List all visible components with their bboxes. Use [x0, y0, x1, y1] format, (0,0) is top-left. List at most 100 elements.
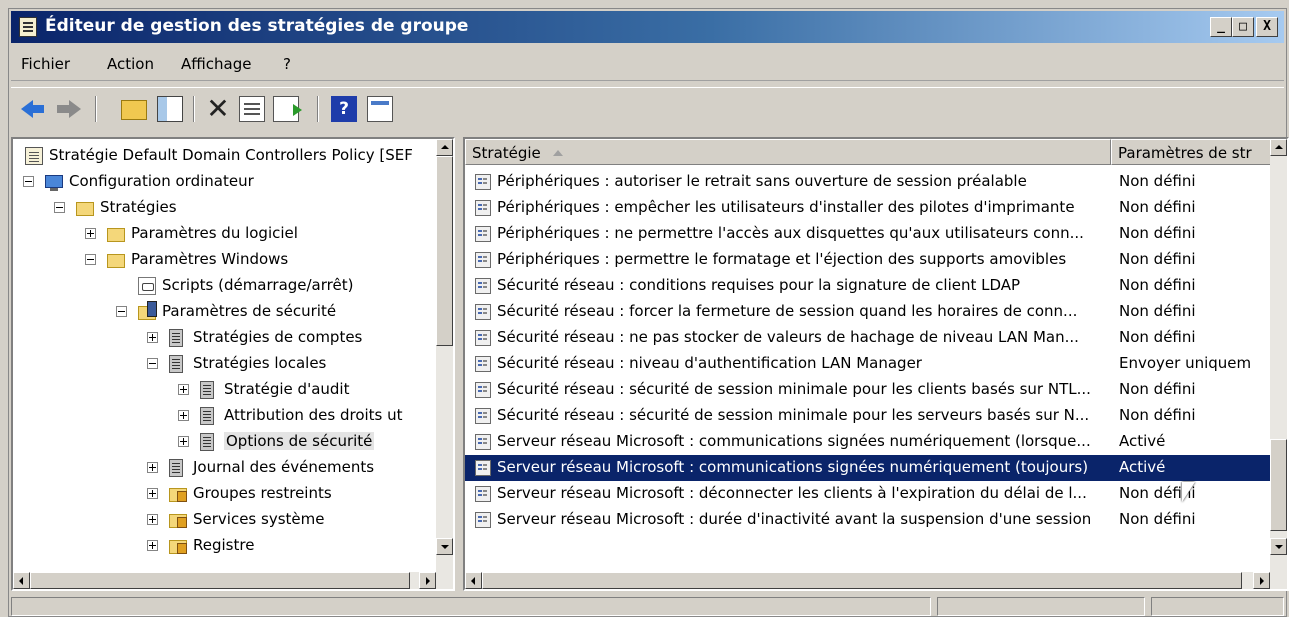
list-vertical-scrollbar[interactable] — [1270, 139, 1287, 572]
policy-value: Non défini — [1119, 380, 1196, 398]
scroll-thumb[interactable] — [30, 572, 410, 589]
policy-name: Serveur réseau Microsoft : communication… — [497, 432, 1091, 450]
policy-setting-icon — [475, 174, 491, 190]
tree-item[interactable]: Stratégie d'audit — [13, 377, 437, 403]
expand-icon[interactable] — [178, 436, 189, 447]
tree-item[interactable]: Stratégies locales — [13, 351, 437, 377]
tree-pane[interactable]: Stratégie Default Domain Controllers Pol… — [11, 137, 455, 591]
policy-row[interactable]: Périphériques : ne permettre l'accès aux… — [465, 221, 1271, 247]
tree-vertical-scrollbar[interactable] — [436, 139, 453, 572]
toolbar: ✕ ? — [11, 87, 1284, 127]
scroll-right-button[interactable] — [1253, 572, 1270, 589]
minimize-button[interactable]: _ — [1210, 17, 1232, 37]
scroll-left-button[interactable] — [465, 572, 482, 589]
collapse-icon[interactable] — [116, 306, 127, 317]
maximize-button[interactable]: □ — [1232, 17, 1254, 37]
policy-row[interactable]: Périphériques : empêcher les utilisateur… — [465, 195, 1271, 221]
server-icon — [200, 407, 214, 425]
policy-name: Sécurité réseau : ne pas stocker de vale… — [497, 328, 1079, 346]
tree-item[interactable]: Attribution des droits ut — [13, 403, 437, 429]
title-bar[interactable]: Éditeur de gestion des stratégies de gro… — [11, 11, 1284, 43]
list-horizontal-scrollbar[interactable] — [465, 572, 1287, 589]
collapse-icon[interactable] — [23, 176, 34, 187]
collapse-icon[interactable] — [54, 202, 65, 213]
policy-setting-icon — [475, 460, 491, 476]
expand-icon[interactable] — [178, 384, 189, 395]
policy-setting-icon — [475, 226, 491, 242]
view-icon[interactable] — [367, 96, 393, 122]
tree-item[interactable]: Paramètres de sécurité — [13, 299, 437, 325]
policy-row[interactable]: Périphériques : autoriser le retrait san… — [465, 169, 1271, 195]
scroll-up-button[interactable] — [1270, 139, 1287, 156]
close-button[interactable]: X — [1256, 17, 1278, 37]
tree-item[interactable]: Stratégies de comptes — [13, 325, 437, 351]
tree-horizontal-scrollbar[interactable] — [13, 572, 453, 589]
scroll-thumb[interactable] — [1270, 439, 1287, 531]
collapse-icon[interactable] — [85, 254, 96, 265]
lock-folder-icon — [169, 540, 187, 554]
policy-setting-icon — [475, 278, 491, 294]
expand-icon[interactable] — [147, 332, 158, 343]
column-header-strategie[interactable]: Stratégie — [465, 139, 1111, 165]
properties-icon[interactable] — [239, 96, 265, 122]
tree-item[interactable]: Stratégie Default Domain Controllers Pol… — [13, 143, 437, 169]
menu-action[interactable]: Action — [107, 55, 154, 73]
export-list-icon[interactable] — [273, 96, 302, 122]
expand-icon[interactable] — [85, 228, 96, 239]
scroll-thumb[interactable] — [482, 572, 1242, 589]
forward-arrow-icon[interactable] — [55, 96, 81, 122]
scroll-up-button[interactable] — [436, 139, 453, 156]
tree-item[interactable]: Paramètres Windows — [13, 247, 437, 273]
help-icon[interactable]: ? — [331, 96, 357, 122]
scroll-thumb[interactable] — [436, 156, 453, 346]
policy-row[interactable]: Serveur réseau Microsoft : communication… — [465, 455, 1271, 481]
policy-row[interactable]: Sécurité réseau : niveau d'authentificat… — [465, 351, 1271, 377]
delete-icon[interactable]: ✕ — [205, 95, 231, 123]
scroll-left-button[interactable] — [13, 572, 30, 589]
policy-name: Sécurité réseau : niveau d'authentificat… — [497, 354, 922, 372]
server-icon — [200, 433, 214, 451]
collapse-icon[interactable] — [147, 358, 158, 369]
tree-item-label: Paramètres du logiciel — [131, 224, 298, 242]
window-title: Éditeur de gestion des stratégies de gro… — [45, 16, 469, 36]
expand-icon[interactable] — [147, 540, 158, 551]
scroll-down-button[interactable] — [436, 538, 453, 555]
policy-name: Périphériques : permettre le formatage e… — [497, 250, 1067, 268]
menu-affichage[interactable]: Affichage — [181, 55, 251, 73]
scroll-down-button[interactable] — [1270, 538, 1287, 555]
server-icon — [169, 329, 183, 347]
policy-row[interactable]: Serveur réseau Microsoft : communication… — [465, 429, 1271, 455]
tree-item[interactable]: Options de sécurité — [13, 429, 437, 455]
policy-row[interactable]: Serveur réseau Microsoft : durée d'inact… — [465, 507, 1271, 533]
tree-item-label: Paramètres de sécurité — [162, 302, 337, 320]
folder-up-icon[interactable] — [121, 100, 147, 120]
policy-row[interactable]: Serveur réseau Microsoft : déconnecter l… — [465, 481, 1271, 507]
policy-row[interactable]: Sécurité réseau : ne pas stocker de vale… — [465, 325, 1271, 351]
expand-icon[interactable] — [147, 488, 158, 499]
tree-item[interactable]: Registre — [13, 533, 437, 559]
policy-row[interactable]: Périphériques : permettre le formatage e… — [465, 247, 1271, 273]
policy-row[interactable]: Sécurité réseau : sécurité de session mi… — [465, 377, 1271, 403]
policy-row[interactable]: Sécurité réseau : forcer la fermeture de… — [465, 299, 1271, 325]
back-arrow-icon[interactable] — [21, 96, 47, 122]
tree-item[interactable]: Configuration ordinateur — [13, 169, 437, 195]
policy-list-pane[interactable]: Stratégie Paramètres de str Périphérique… — [463, 137, 1289, 591]
tree-item[interactable]: Stratégies — [13, 195, 437, 221]
expand-icon[interactable] — [178, 410, 189, 421]
policy-row[interactable]: Sécurité réseau : conditions requises po… — [465, 273, 1271, 299]
tree-item[interactable]: Scripts (démarrage/arrêt) — [13, 273, 437, 299]
menu-fichier[interactable]: Fichier — [21, 55, 70, 73]
expand-icon[interactable] — [147, 462, 158, 473]
tree-item[interactable]: Groupes restreints — [13, 481, 437, 507]
tree-item[interactable]: Journal des événements — [13, 455, 437, 481]
policy-row[interactable]: Sécurité réseau : sécurité de session mi… — [465, 403, 1271, 429]
scroll-right-button[interactable] — [419, 572, 436, 589]
toolbar-separator — [193, 96, 195, 122]
tree-item-label: Stratégies de comptes — [193, 328, 363, 346]
tree-item[interactable]: Services système — [13, 507, 437, 533]
show-hide-tree-icon[interactable] — [157, 96, 183, 122]
expand-icon[interactable] — [147, 514, 158, 525]
column-header-parametres[interactable]: Paramètres de str — [1111, 139, 1273, 165]
menu-help[interactable]: ? — [283, 55, 291, 73]
tree-item[interactable]: Paramètres du logiciel — [13, 221, 437, 247]
